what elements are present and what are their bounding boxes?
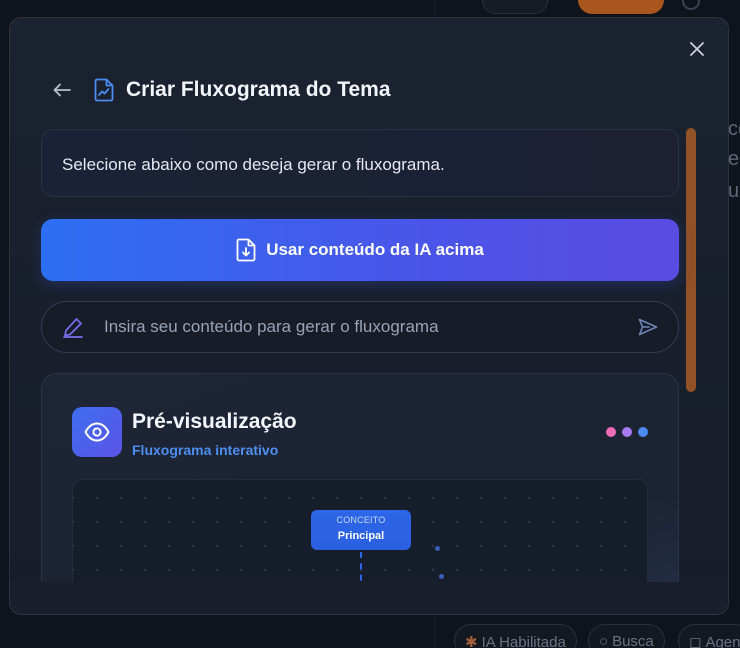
node-tag: CONCEITO [336, 515, 386, 525]
use-ia-content-label: Usar conteúdo da IA acima [266, 240, 484, 259]
document-chart-icon [92, 78, 116, 102]
preview-title: Pré-visualização [132, 410, 297, 433]
close-icon [690, 42, 704, 56]
search-pill: ○ Busca [588, 624, 665, 648]
preview-subtitle: Fluxograma interativo [132, 442, 279, 458]
status-dots [606, 427, 648, 437]
background-text: co [728, 118, 740, 140]
use-ia-content-button[interactable]: Usar conteúdo da IA acima [41, 219, 679, 281]
background-top-button [482, 0, 548, 14]
status-dot-blue [638, 427, 648, 437]
scrollbar-thumb[interactable] [686, 128, 696, 392]
info-text: Selecione abaixo como deseja gerar o flu… [62, 155, 445, 174]
send-button[interactable] [636, 315, 660, 339]
eye-icon [84, 422, 110, 442]
agenda-pill: ◻ Agen [678, 624, 740, 648]
flowchart-node-main[interactable]: CONCEITO Principal [311, 510, 411, 550]
preview-card: Pré-visualização Fluxograma interativo C… [41, 373, 679, 614]
canvas-node-dot [439, 574, 444, 579]
modal-title: Criar Fluxograma do Tema [126, 78, 391, 101]
bag-icon: ◻ [689, 634, 702, 648]
modal-footer [10, 582, 728, 614]
preview-icon-badge [72, 407, 122, 457]
file-download-icon [236, 238, 256, 262]
background-text: u [728, 180, 740, 202]
canvas-node-dot [435, 546, 440, 551]
arrow-left-icon [53, 83, 71, 97]
background-top-icon [682, 0, 700, 10]
close-button[interactable] [686, 38, 708, 60]
content-input[interactable] [104, 317, 636, 337]
pencil-icon [63, 318, 83, 338]
search-icon: ○ [599, 633, 609, 648]
node-label: Principal [337, 530, 385, 542]
modal-header: Criar Fluxograma do Tema [50, 74, 391, 106]
send-icon [638, 318, 658, 336]
back-button[interactable] [50, 78, 74, 102]
status-dot-purple [622, 427, 632, 437]
ia-enabled-pill: ✱ IA Habilitada [454, 624, 577, 648]
background-text: es [728, 148, 740, 170]
status-dot-pink [606, 427, 616, 437]
background-top-button-accent [578, 0, 664, 14]
content-input-wrapper [41, 301, 679, 353]
sparkle-icon: ✱ [465, 634, 478, 648]
flowchart-modal: Criar Fluxograma do Tema Selecione abaix… [9, 17, 729, 615]
background-status-bar: ✱ IA Habilitada ○ Busca ◻ Agen [438, 624, 740, 648]
info-box: Selecione abaixo como deseja gerar o flu… [41, 129, 679, 197]
